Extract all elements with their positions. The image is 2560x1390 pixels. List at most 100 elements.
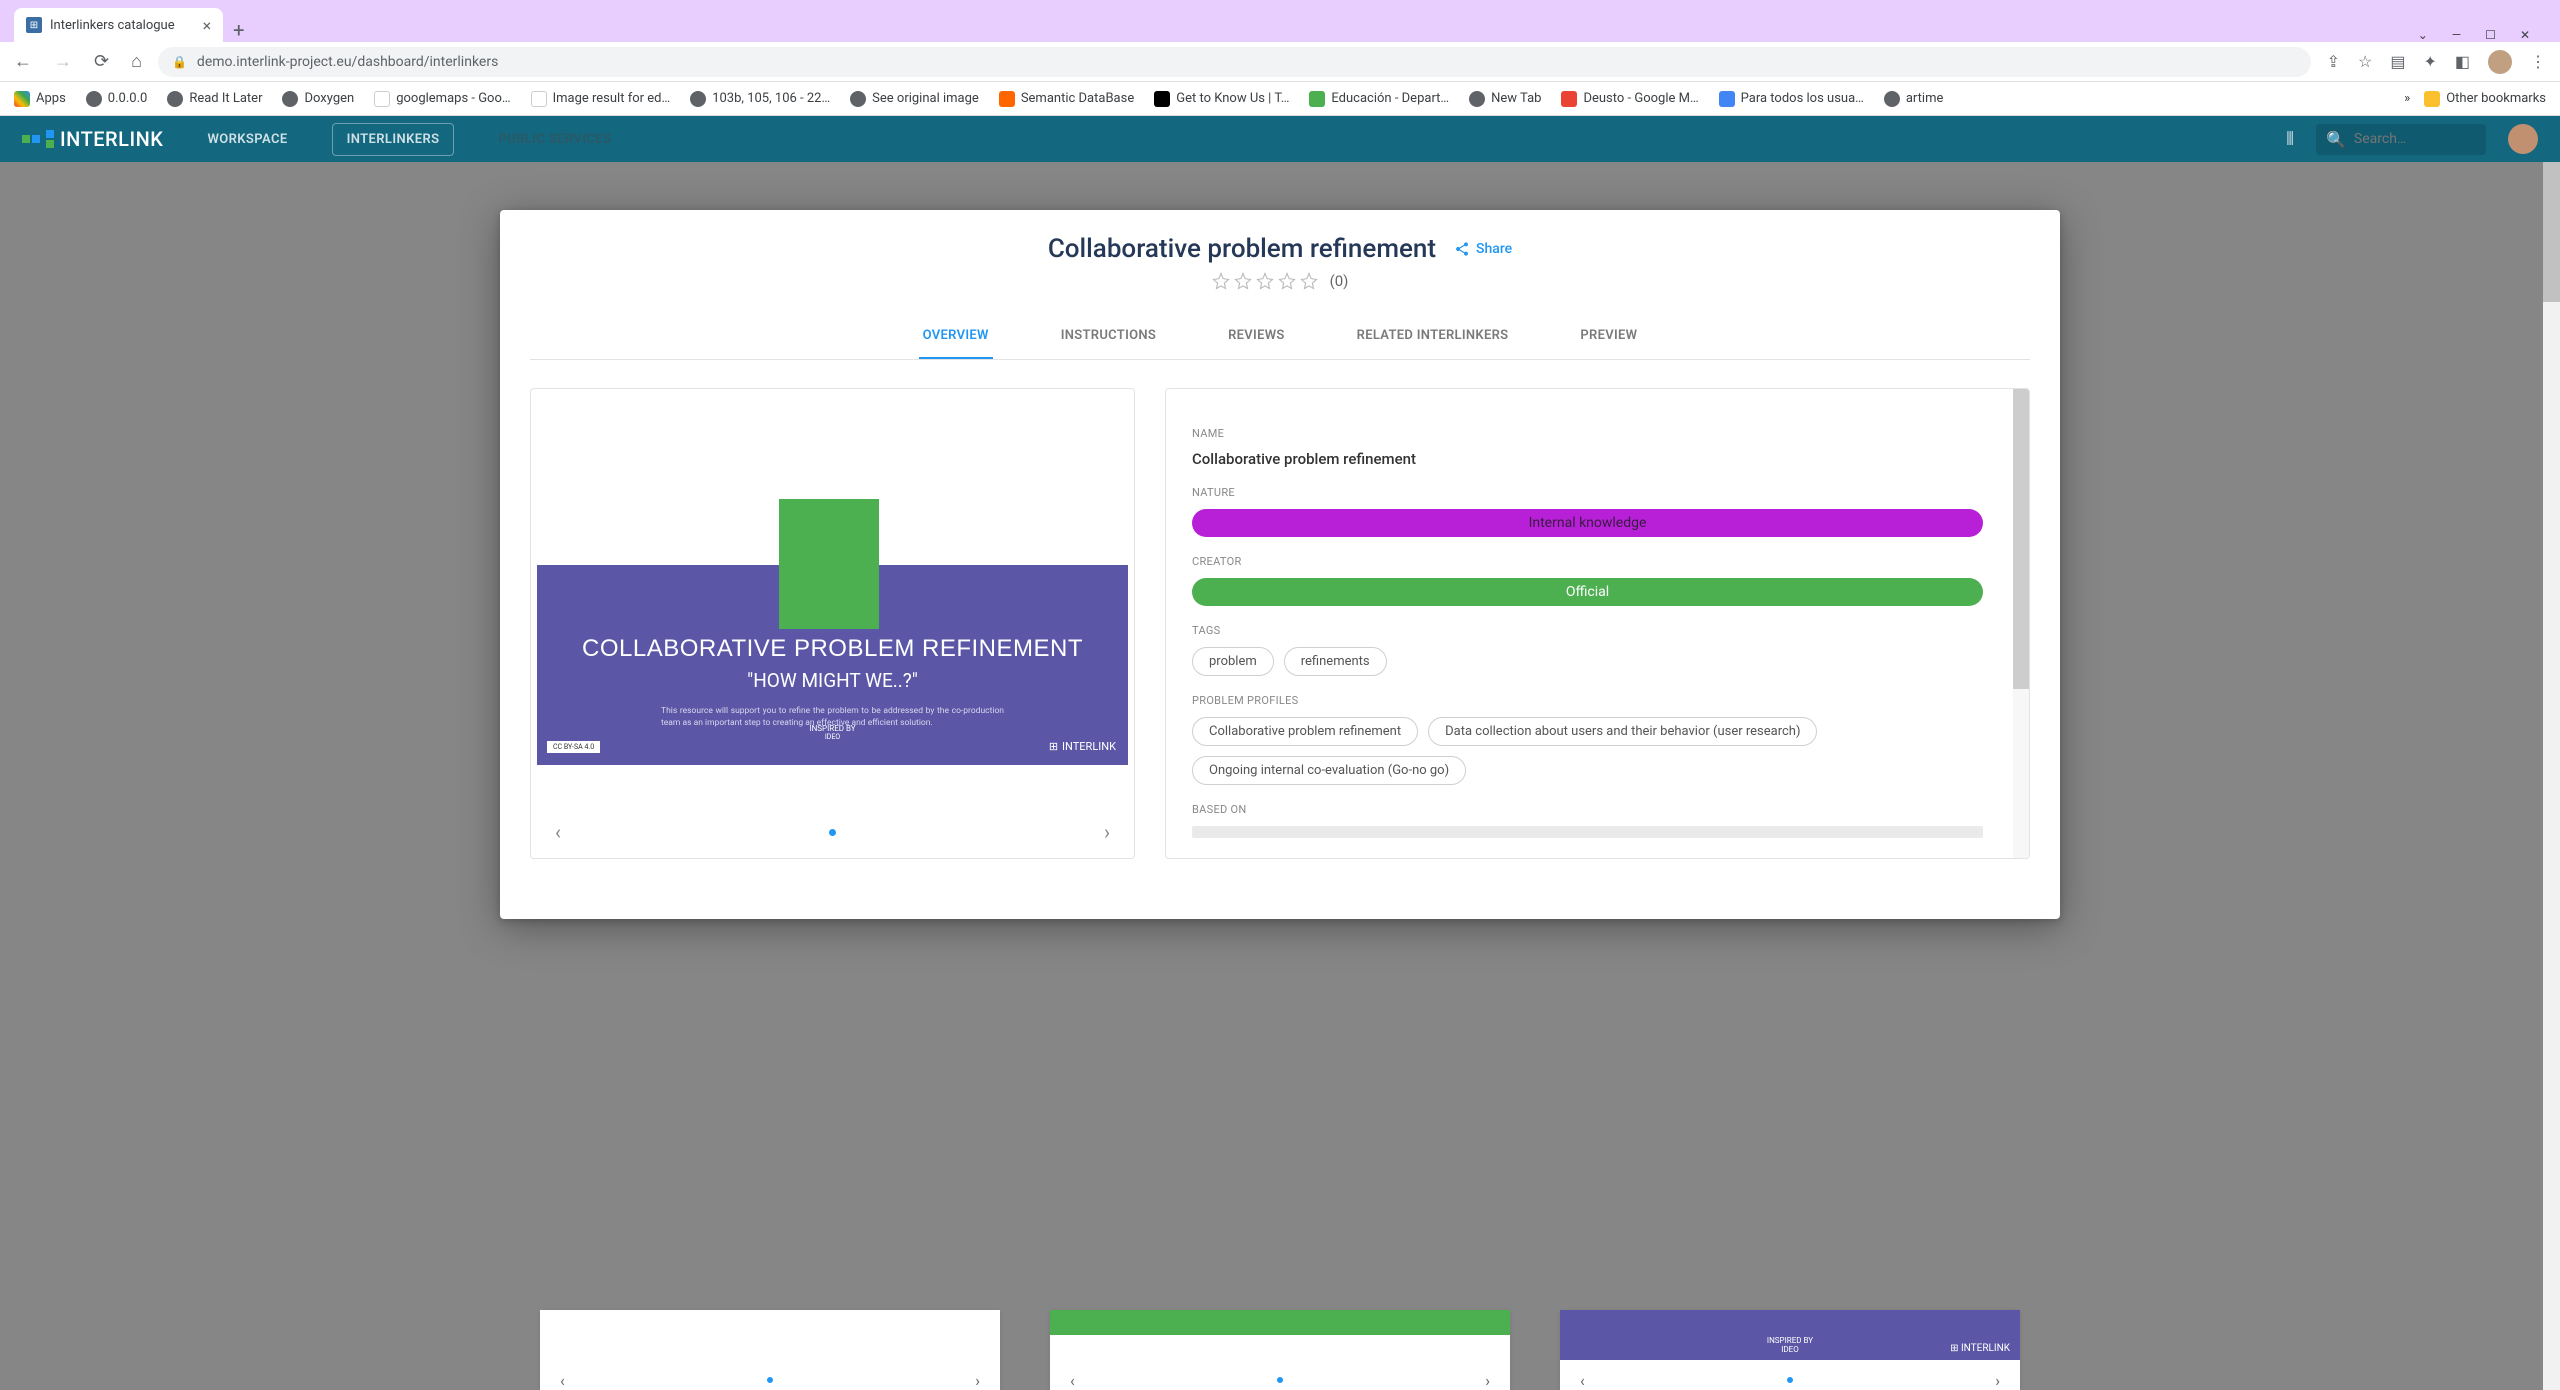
profile-chip[interactable]: Ongoing internal co-evaluation (Go-no go…	[1192, 756, 1466, 785]
tag-chip[interactable]: problem	[1192, 647, 1274, 676]
share-url-icon[interactable]: ⇪	[2327, 52, 2340, 71]
bookmark[interactable]: Semantic DataBase	[999, 91, 1134, 107]
favicon: ⊞	[26, 17, 42, 33]
nav-interlinkers[interactable]: INTERLINKERS	[332, 123, 455, 156]
prev-icon[interactable]: ‹	[1070, 1371, 1075, 1390]
bookmark[interactable]: 0.0.0.0	[86, 91, 148, 107]
search-icon: 🔍	[2326, 130, 2346, 149]
pill-nature: Internal knowledge	[1192, 509, 1983, 537]
bookmark[interactable]: Image result for ed…	[531, 91, 671, 107]
search-input[interactable]	[2354, 131, 2476, 147]
bookmark[interactable]: Get to Know Us | T…	[1154, 91, 1289, 107]
slide-dot[interactable]	[829, 829, 836, 836]
next-icon[interactable]: ›	[1485, 1371, 1490, 1390]
slide-logo: ⊞ INTERLINK	[1049, 740, 1116, 753]
star-icon	[1234, 272, 1252, 290]
modal-title: Collaborative problem refinement	[1048, 234, 1436, 264]
tab-preview[interactable]: PREVIEW	[1576, 318, 1641, 359]
slide-panel: COLLABORATIVE PROBLEM REFINEMENT "HOW MI…	[530, 388, 1135, 859]
new-tab-button[interactable]: +	[223, 18, 254, 42]
tab-title: Interlinkers catalogue	[50, 18, 175, 33]
basedon-placeholder	[1192, 826, 1983, 838]
bookmark[interactable]: Doxygen	[282, 91, 354, 107]
profile-avatar[interactable]	[2488, 50, 2512, 74]
label-name: NAME	[1192, 427, 2003, 440]
home-icon[interactable]: ⌂	[131, 51, 142, 72]
slide-license: CC BY-SA 4.0	[547, 741, 600, 753]
bookmark[interactable]: Educación - Depart…	[1309, 91, 1449, 107]
nav-workspace[interactable]: WORKSPACE	[193, 124, 301, 155]
bookmark[interactable]: artime	[1884, 91, 1944, 107]
star-icon	[1278, 272, 1296, 290]
slide-image: COLLABORATIVE PROBLEM REFINEMENT "HOW MI…	[537, 431, 1128, 765]
rating-count: (0)	[1330, 272, 1349, 290]
bookmark[interactable]: See original image	[850, 91, 979, 107]
forward-icon[interactable]: →	[54, 51, 72, 72]
page-scrollbar[interactable]	[2543, 162, 2560, 1390]
detail-modal: Collaborative problem refinement Share (…	[500, 210, 2060, 919]
next-icon[interactable]: ›	[1995, 1371, 2000, 1390]
bg-card: ‹›	[540, 1310, 1000, 1390]
bg-card: ‹›	[1050, 1310, 1510, 1390]
star-icon	[1212, 272, 1230, 290]
rating[interactable]: (0)	[530, 272, 2030, 290]
app-logo[interactable]: INTERLINK	[22, 127, 163, 151]
reload-icon[interactable]: ⟳	[94, 51, 109, 72]
bookmarks-overflow[interactable]: »	[2404, 91, 2410, 106]
other-bookmarks[interactable]: Other bookmarks	[2424, 91, 2546, 107]
url-text: demo.interlink-project.eu/dashboard/inte…	[197, 54, 498, 70]
profile-chip[interactable]: Data collection about users and their be…	[1428, 717, 1817, 746]
slide-subtitle: "HOW MIGHT WE..?"	[537, 669, 1128, 692]
slide-next-icon[interactable]: ›	[1104, 820, 1110, 844]
tab-related[interactable]: RELATED INTERLINKERS	[1353, 318, 1513, 359]
close-window-icon[interactable]: ✕	[2520, 28, 2530, 42]
chevron-down-icon[interactable]: ⌄	[2418, 28, 2428, 42]
slide-prev-icon[interactable]: ‹	[555, 820, 561, 844]
tab-instructions[interactable]: INSTRUCTIONS	[1057, 318, 1160, 359]
bookmark[interactable]: 103b, 105, 106 - 22…	[690, 91, 830, 107]
label-tags: TAGS	[1192, 624, 2003, 637]
modal-tabs: OVERVIEW INSTRUCTIONS REVIEWS RELATED IN…	[530, 318, 2030, 360]
lock-icon: 🔒	[172, 55, 187, 69]
label-basedon: BASED ON	[1192, 803, 2003, 816]
extensions-icon[interactable]: ✦	[2423, 52, 2436, 71]
next-icon[interactable]: ›	[975, 1371, 980, 1390]
search-box[interactable]: 🔍	[2316, 124, 2486, 155]
prev-icon[interactable]: ‹	[560, 1371, 565, 1390]
profile-chip[interactable]: Collaborative problem refinement	[1192, 717, 1418, 746]
star-icon[interactable]: ☆	[2358, 52, 2372, 71]
bookmark[interactable]: Para todos los usua…	[1719, 91, 1864, 107]
tab-close-icon[interactable]: ×	[203, 16, 212, 35]
star-icon	[1300, 272, 1318, 290]
browser-tab[interactable]: ⊞ Interlinkers catalogue ×	[14, 8, 223, 42]
minimize-icon[interactable]: —	[2452, 28, 2461, 42]
bookmark-apps[interactable]: Apps	[14, 91, 66, 107]
maximize-icon[interactable]: ☐	[2485, 28, 2496, 42]
share-button[interactable]: Share	[1454, 241, 1512, 257]
tab-reviews[interactable]: REVIEWS	[1224, 318, 1289, 359]
page-icon[interactable]: ▤	[2390, 52, 2405, 71]
menu-icon[interactable]: ⋮	[2530, 52, 2546, 71]
panel-icon[interactable]: ◧	[2455, 52, 2470, 71]
bookmark[interactable]: Read It Later	[167, 91, 262, 107]
tab-overview[interactable]: OVERVIEW	[919, 318, 993, 359]
prev-icon[interactable]: ‹	[1580, 1371, 1585, 1390]
nav-public-services[interactable]: PUBLIC SERVICES	[484, 124, 625, 155]
value-name: Collaborative problem refinement	[1192, 450, 2003, 468]
bookmark[interactable]: Deusto - Google M…	[1561, 91, 1698, 107]
panel-scrollbar[interactable]	[2013, 389, 2029, 858]
bookmark[interactable]: New Tab	[1469, 91, 1541, 107]
label-creator: CREATOR	[1192, 555, 2003, 568]
user-avatar[interactable]	[2508, 124, 2538, 154]
window-controls: ⌄ — ☐ ✕	[2398, 28, 2550, 42]
bookmark[interactable]: googlemaps - Goo…	[374, 91, 510, 107]
back-icon[interactable]: ←	[14, 51, 32, 72]
tag-chip[interactable]: refinements	[1284, 647, 1387, 676]
address-bar[interactable]: 🔒 demo.interlink-project.eu/dashboard/in…	[158, 47, 2311, 77]
details-panel: NAME Collaborative problem refinement NA…	[1165, 388, 2030, 859]
star-icon	[1256, 272, 1274, 290]
bg-card: INSPIRED BYIDEO⊞ INTERLINK ‹›	[1560, 1310, 2020, 1390]
slide-inspired: INSPIRED BYIDEO	[537, 724, 1128, 741]
grid-icon[interactable]: ⦀	[2286, 129, 2294, 150]
pill-creator: Official	[1192, 578, 1983, 606]
